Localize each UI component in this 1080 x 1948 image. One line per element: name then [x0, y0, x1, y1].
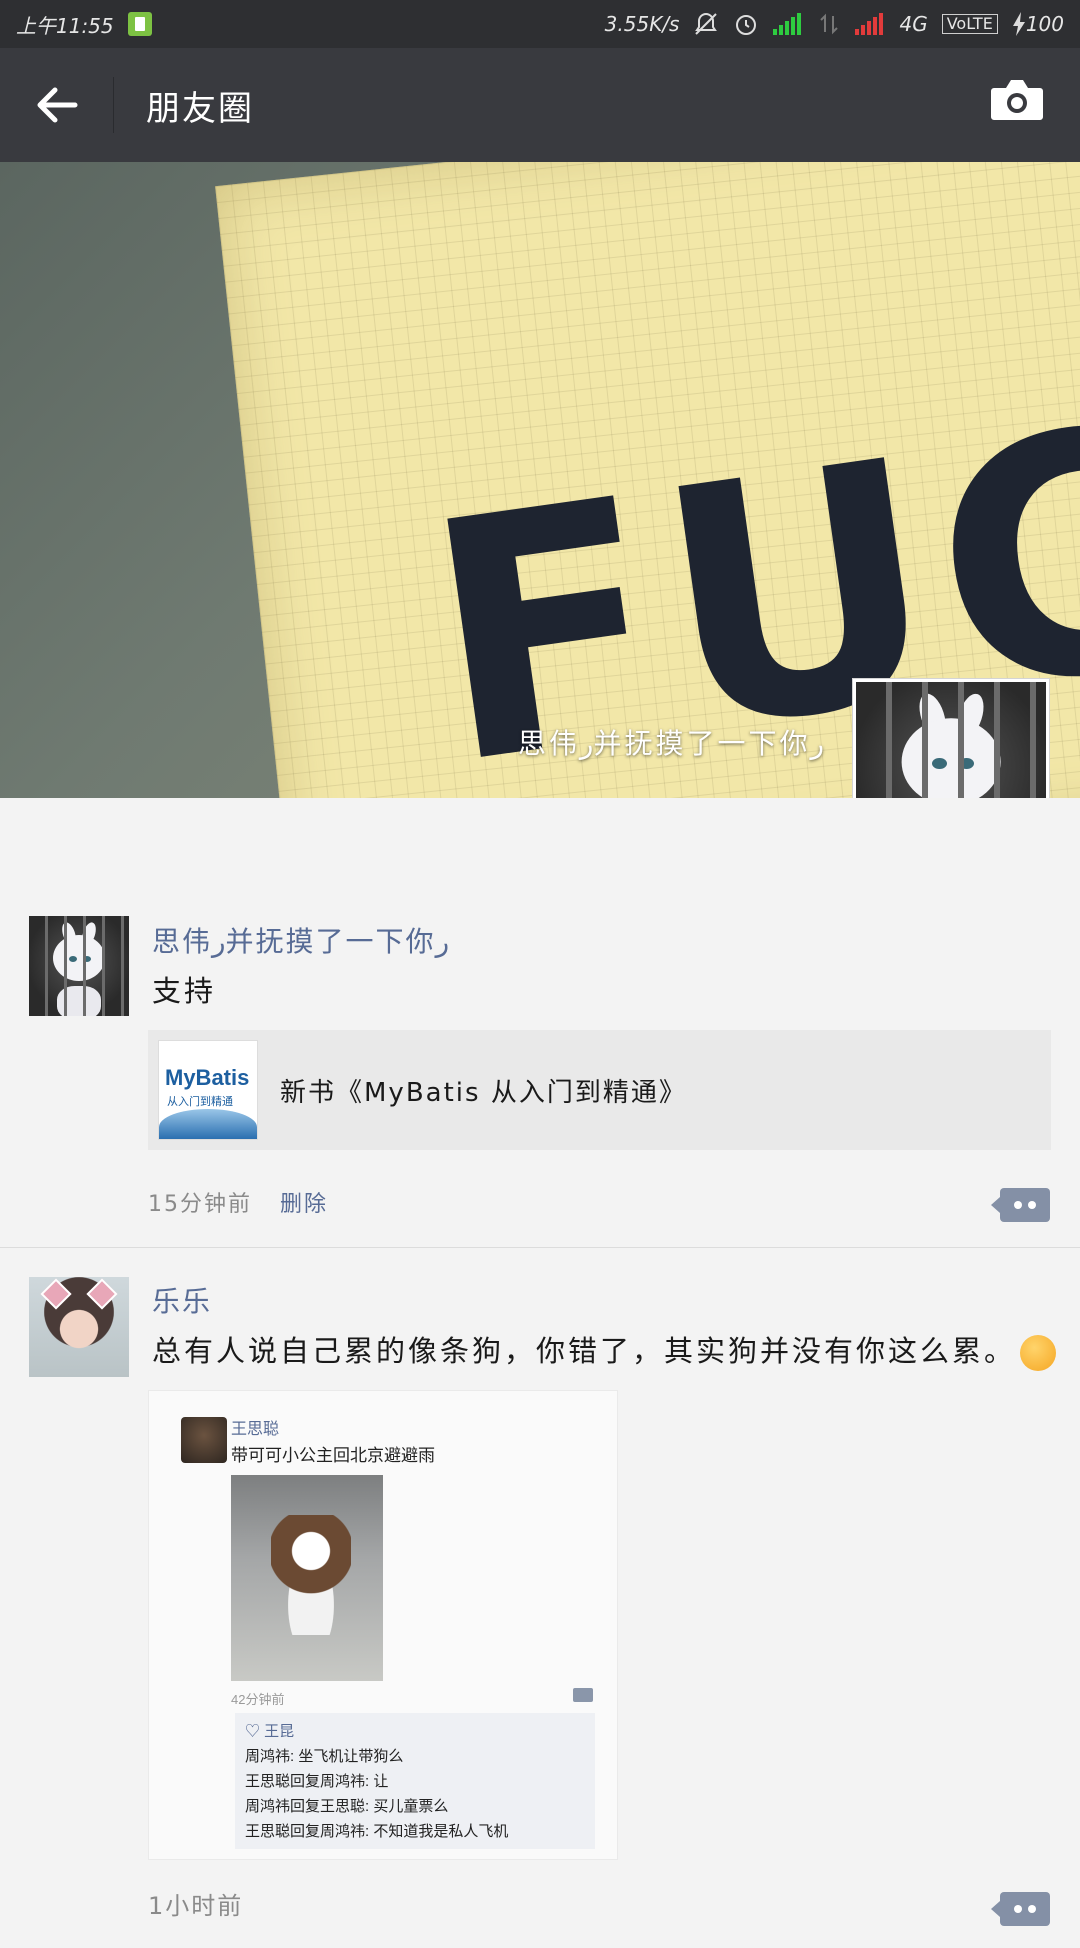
shared-link-card[interactable]: MyBatis 从入门到精通 新书《MyBatis 从入门到精通》 [148, 1030, 1051, 1150]
page-title: 朋友圈 [146, 88, 254, 129]
post-text: 总有人说自己累的像条狗，你错了，其实狗并没有你这么累。 [152, 1328, 1057, 1371]
girl-avatar-image [29, 1277, 129, 1377]
shot-author-name: 王思聪 [231, 1421, 280, 1438]
shot-comment: 周鸿祎回复王思聪: 买儿童票么 [245, 1798, 449, 1815]
post-time: 15分钟前 [148, 1192, 252, 1217]
shot-like: ♡ 王昆 [245, 1723, 295, 1740]
charging-icon: 100 [1012, 12, 1064, 36]
battery-saver-icon [127, 12, 152, 36]
camera-icon [991, 80, 1043, 120]
network-speed: 3.55K/s [604, 12, 680, 36]
shot-comment-icon [573, 1688, 593, 1702]
post-author-name[interactable]: 思伟ر并抚摸了一下你ر [152, 920, 449, 960]
link-thumbnail: MyBatis 从入门到精通 [158, 1040, 258, 1140]
post-text-content: 总有人说自己累的像条狗，你错了，其实狗并没有你这么累。 [152, 1334, 1017, 1368]
post-avatar[interactable] [29, 1277, 129, 1377]
camera-button[interactable] [990, 78, 1044, 126]
back-button[interactable] [0, 77, 114, 133]
status-bar: 上午11:55 3.55K/s 4G VoLTE 100 [0, 0, 1080, 48]
link-title: 新书《MyBatis 从入门到精通》 [280, 1077, 687, 1108]
status-time: 上午11:55 [16, 13, 114, 38]
shot-time: 42分钟前 [231, 1692, 285, 1707]
moment-post: 思伟ر并抚摸了一下你ر 支持 MyBatis 从入门到精通 新书《MyBatis… [0, 798, 1080, 1248]
book-subtitle: 从入门到精通 [167, 1095, 233, 1108]
comment-button[interactable] [991, 1188, 1050, 1222]
moments-feed: 思伟ر并抚摸了一下你ر 支持 MyBatis 从入门到精通 新书《MyBatis… [0, 798, 1080, 1948]
alarm-icon [733, 11, 759, 37]
upside-down-face-emoji-icon [1020, 1335, 1057, 1371]
signal-strength-icon [773, 13, 803, 35]
cover-user-name[interactable]: 思伟ر并抚摸了一下你ر [518, 722, 824, 762]
network-type: 4G [899, 12, 928, 36]
shot-comment: 王思聪回复周鸿祎: 不知道我是私人飞机 [245, 1823, 509, 1840]
shot-comments: ♡ 王昆 周鸿祎: 坐飞机让带狗么 王思聪回复周鸿祎: 让 周鸿祎回复王思聪: … [235, 1713, 595, 1849]
signal-strength-2-icon [855, 13, 885, 35]
post-text: 支持 [152, 974, 217, 1008]
post-meta: 15分钟前 删除 [148, 1186, 328, 1218]
comment-button[interactable] [991, 1892, 1050, 1926]
data-arrows-icon [817, 12, 841, 36]
shot-comment: 王思聪回复周鸿祎: 让 [245, 1773, 389, 1790]
back-arrow-icon [37, 87, 77, 123]
mute-bell-icon [693, 11, 719, 37]
delete-link[interactable]: 删除 [280, 1186, 328, 1218]
shot-avatar [181, 1417, 227, 1463]
app-bar: 朋友圈 [0, 48, 1080, 162]
post-image[interactable]: 王思聪 带可可小公主回北京避避雨 42分钟前 ♡ 王昆 周鸿祎: 坐飞机让带狗么… [148, 1390, 618, 1860]
battery-level: 100 [1025, 12, 1064, 36]
volte-badge: VoLTE [941, 14, 998, 34]
post-avatar[interactable] [29, 916, 129, 1016]
post-time: 1小时前 [148, 1892, 244, 1920]
shot-comment: 周鸿祎: 坐飞机让带狗么 [245, 1748, 404, 1765]
moment-post: 乐乐 总有人说自己累的像条狗，你错了，其实狗并没有你这么累。 王思聪 带可可小公… [0, 1248, 1080, 1948]
post-author-name[interactable]: 乐乐 [152, 1280, 212, 1320]
book-title: MyBatis [165, 1065, 250, 1090]
shot-dog-photo [231, 1475, 383, 1681]
shot-text: 带可可小公主回北京避避雨 [231, 1446, 435, 1465]
